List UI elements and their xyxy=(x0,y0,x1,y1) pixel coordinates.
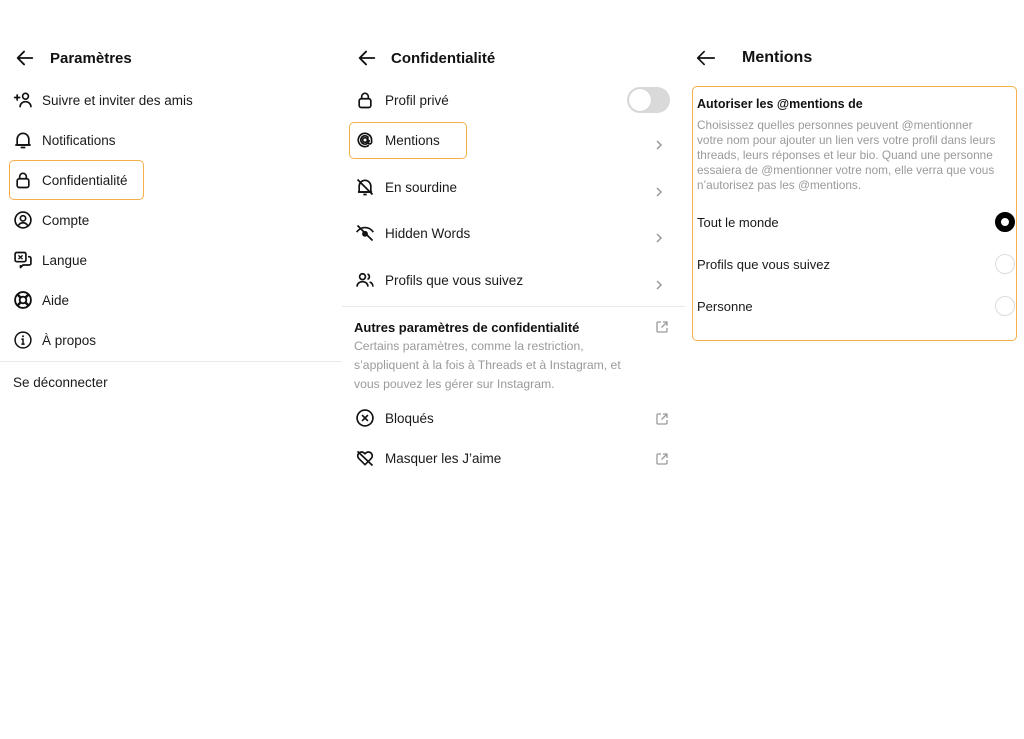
description-line: votre nom pour ajouter un lien vers votr… xyxy=(697,133,996,147)
lifebuoy-icon xyxy=(12,289,34,311)
settings-item-account[interactable]: Compte xyxy=(12,202,89,238)
item-label: Hidden Words xyxy=(385,225,471,241)
privacy-item-profiles-you-follow[interactable]: Profils que vous suivez xyxy=(354,262,523,298)
arrow-left-icon[interactable] xyxy=(14,47,36,69)
mentions-header: Mentions xyxy=(695,44,812,72)
settings-item-follow-invite[interactable]: Suivre et inviter des amis xyxy=(12,82,193,118)
chevron-right-icon xyxy=(653,138,665,150)
description-line: essaiera de @mentionner votre nom, elle … xyxy=(697,163,995,177)
privacy-item-blocked[interactable]: Bloqués xyxy=(354,400,434,436)
settings-header: Paramètres xyxy=(14,44,132,72)
mentions-option-profiles-you-follow[interactable]: Profils que vous suivez xyxy=(697,249,1015,279)
description-line: s’appliquent à la fois à Threads et à In… xyxy=(354,358,621,372)
private-profile-toggle[interactable] xyxy=(627,87,670,113)
mentions-panel: Mentions Autoriser les @mentions de Choi… xyxy=(685,0,1024,739)
privacy-header: Confidentialité xyxy=(356,44,495,72)
logout-button[interactable]: Se déconnecter xyxy=(13,364,108,400)
item-label: Notifications xyxy=(42,132,116,148)
option-label: Personne xyxy=(697,298,753,314)
external-link-icon[interactable] xyxy=(655,320,669,334)
other-settings-title: Autres paramètres de confidentialité xyxy=(354,320,580,335)
people-icon xyxy=(354,269,376,291)
privacy-item-hide-likes[interactable]: Masquer les J’aime xyxy=(354,440,501,476)
add-person-icon xyxy=(12,89,34,111)
settings-panel: Paramètres Suivre et inviter des amis No… xyxy=(0,0,342,739)
privacy-item-mentions[interactable]: Mentions xyxy=(354,122,440,158)
description-line: vous pouvez les gérer sur Instagram. xyxy=(354,377,555,391)
divider xyxy=(0,361,342,362)
privacy-item-private-profile[interactable]: Profil privé xyxy=(354,82,449,118)
item-label: À propos xyxy=(42,332,97,348)
option-label: Tout le monde xyxy=(697,214,779,230)
mentions-option-no-one[interactable]: Personne xyxy=(697,291,1015,321)
description-line: Choisissez quelles personnes peuvent @me… xyxy=(697,118,973,132)
logout-label: Se déconnecter xyxy=(13,374,108,390)
privacy-panel: Confidentialité Profil privé Mentions En… xyxy=(342,0,685,739)
page-title: Mentions xyxy=(742,49,813,66)
arrow-left-icon[interactable] xyxy=(356,47,378,69)
option-label: Profils que vous suivez xyxy=(697,256,830,272)
description-line: threads, leurs réponses et leur bio. Qua… xyxy=(697,148,993,162)
settings-item-language[interactable]: Langue xyxy=(12,242,87,278)
item-label: Aide xyxy=(42,292,70,308)
item-label: Masquer les J’aime xyxy=(385,450,502,466)
heart-off-icon xyxy=(354,447,376,469)
radio-button[interactable] xyxy=(995,254,1015,274)
privacy-item-hidden-words[interactable]: Hidden Words xyxy=(354,215,470,251)
radio-button[interactable] xyxy=(995,296,1015,316)
external-link-icon[interactable] xyxy=(655,452,669,466)
bell-off-icon xyxy=(354,176,376,198)
allow-mentions-description: Choisissez quelles personnes peuvent @me… xyxy=(697,118,1015,193)
description-line: n’autorisez pas les @mentions. xyxy=(697,178,862,192)
external-link-icon[interactable] xyxy=(655,412,669,426)
toggle-knob xyxy=(629,89,651,111)
item-label: Profils que vous suivez xyxy=(385,272,524,288)
settings-item-about[interactable]: À propos xyxy=(12,322,96,358)
eye-off-icon xyxy=(354,222,376,244)
at-sign-icon xyxy=(354,129,376,151)
account-circle-icon xyxy=(12,209,34,231)
item-label: En sourdine xyxy=(385,179,458,195)
item-label: Suivre et inviter des amis xyxy=(42,92,193,108)
settings-item-privacy[interactable]: Confidentialité xyxy=(12,162,128,198)
item-label: Mentions xyxy=(385,132,440,148)
chevron-right-icon xyxy=(653,231,665,243)
info-icon xyxy=(12,329,34,351)
description-line: Certains paramètres, comme la restrictio… xyxy=(354,339,584,353)
item-label: Confidentialité xyxy=(42,172,128,188)
divider xyxy=(342,306,685,307)
allow-mentions-title: Autoriser les @mentions de xyxy=(697,97,863,111)
page-title: Paramètres xyxy=(50,49,132,67)
item-label: Compte xyxy=(42,212,90,228)
mentions-option-everyone[interactable]: Tout le monde xyxy=(697,207,1015,237)
page-title: Confidentialité xyxy=(391,49,496,67)
arrow-left-icon[interactable] xyxy=(695,47,717,69)
blocked-circle-icon xyxy=(354,407,376,429)
lock-icon xyxy=(354,89,376,111)
settings-item-notifications[interactable]: Notifications xyxy=(12,122,116,158)
lock-icon xyxy=(12,169,34,191)
chevron-right-icon xyxy=(653,278,665,290)
mentions-settings-box: Autoriser les @mentions de Choisissez qu… xyxy=(692,86,1017,341)
settings-item-help[interactable]: Aide xyxy=(12,282,69,318)
chevron-right-icon xyxy=(653,185,665,197)
item-label: Langue xyxy=(42,252,88,268)
item-label: Profil privé xyxy=(385,92,449,108)
bell-icon xyxy=(12,129,34,151)
privacy-item-muted[interactable]: En sourdine xyxy=(354,169,457,205)
radio-button-selected[interactable] xyxy=(995,212,1015,232)
item-label: Bloqués xyxy=(385,410,434,426)
translate-icon xyxy=(12,249,34,271)
other-settings-description: Certains paramètres, comme la restrictio… xyxy=(354,337,654,394)
